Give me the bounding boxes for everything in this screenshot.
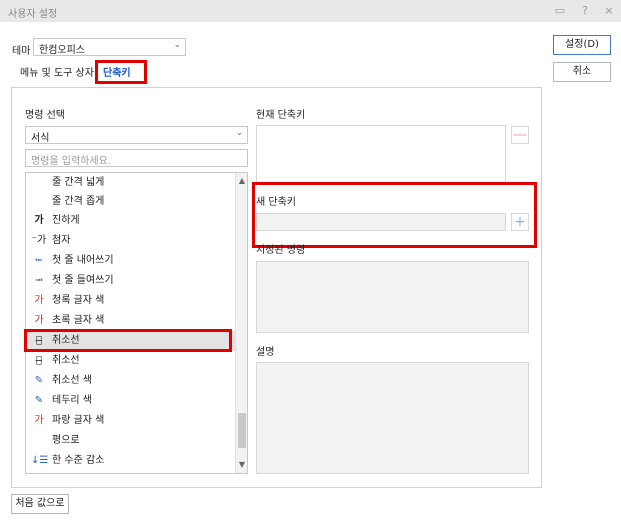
scroll-down-icon[interactable]: ▼ xyxy=(236,459,247,471)
title-bar: 사용자 설정 ▭ ? × xyxy=(0,0,621,22)
highlight-box-new-shortcut xyxy=(252,182,537,248)
text-color-icon: 가 xyxy=(34,295,44,306)
list-item[interactable]: 가 초록 글자 색 xyxy=(26,311,236,331)
list-item[interactable]: ⭲ 첫 줄 들여쓰기 xyxy=(26,271,236,291)
list-item[interactable]: ✎ 테두리 색 xyxy=(26,391,236,411)
assigned-command-box xyxy=(256,261,529,333)
command-list[interactable]: 줄 간격 넓게 줄 간격 좁게 가 진하게 ⁻가 첨자 ⭰ 첫 줄 내어쓰기 ⭲ 첫 줄… xyxy=(25,172,248,474)
chevron-down-icon: ⌄ xyxy=(173,40,181,50)
help-icon[interactable]: ? xyxy=(577,3,593,19)
list-item[interactable]: 가 파랑 글자 색 xyxy=(26,411,236,431)
close-icon[interactable]: × xyxy=(601,3,617,19)
list-item[interactable]: ⁻가 첨자 xyxy=(26,231,236,251)
dialog-title: 사용자 설정 xyxy=(8,9,58,20)
list-item[interactable]: 가 청록 글자 색 xyxy=(26,291,236,311)
scroll-thumb[interactable] xyxy=(238,413,246,448)
restore-icon[interactable]: ▭ xyxy=(552,3,568,19)
list-item[interactable]: 줄 간격 좁게 xyxy=(26,192,236,212)
pen-icon: ✎ xyxy=(34,375,44,386)
list-item[interactable]: 가̶ 취소선 xyxy=(26,351,236,371)
highlight-box-item xyxy=(24,329,232,352)
tab-menu-toolbox[interactable]: 메뉴 및 도구 상자 xyxy=(20,64,94,79)
command-search-input[interactable]: 명령을 입력하세요. xyxy=(25,149,248,167)
theme-value: 한컴오피스 xyxy=(39,45,85,56)
list-scrollbar[interactable]: ▲ ▼ xyxy=(235,173,247,473)
scroll-up-icon[interactable]: ▲ xyxy=(236,175,247,187)
theme-label: 테마 xyxy=(12,46,31,57)
list-item[interactable]: ↓☰ 한 수준 감소 xyxy=(26,451,236,471)
indent-icon: ⭲ xyxy=(35,275,43,286)
description-label: 설명 xyxy=(256,347,275,358)
text-color-icon: 가 xyxy=(34,315,44,326)
cancel-button[interactable]: 취소 xyxy=(553,62,611,82)
reset-button[interactable]: 처음 값으로 xyxy=(11,494,69,514)
list-item[interactable]: 줄 간격 넓게 xyxy=(26,173,236,193)
theme-select[interactable]: 한컴오피스 ⌄ xyxy=(33,38,186,56)
pen-icon: ✎ xyxy=(34,395,44,406)
confirm-button[interactable]: 설정(D) xyxy=(553,35,611,55)
bold-icon: 가 xyxy=(34,215,44,226)
chevron-down-icon: ⌄ xyxy=(235,128,243,138)
current-shortcut-box[interactable] xyxy=(256,125,506,185)
assigned-command-label: 지정된 명령 xyxy=(256,245,306,256)
text-color-icon: 가 xyxy=(34,415,44,426)
list-item[interactable]: 평으로 xyxy=(26,431,236,451)
list-item[interactable]: ⭰ 첫 줄 내어쓰기 xyxy=(26,251,236,271)
highlight-box-tab xyxy=(95,60,147,84)
strikethrough-icon: 가̶ xyxy=(35,355,42,366)
description-box xyxy=(256,362,529,474)
superscript-icon: ⁻가 xyxy=(31,235,47,246)
list-item[interactable]: ✎ 취소선 색 xyxy=(26,371,236,391)
remove-shortcut-button[interactable]: — xyxy=(511,126,529,144)
current-shortcut-label: 현재 단축키 xyxy=(256,110,306,121)
category-select[interactable]: 서식 ⌄ xyxy=(25,126,248,144)
decrease-level-icon: ↓☰ xyxy=(31,455,49,466)
category-value: 서식 xyxy=(31,133,50,144)
outdent-icon: ⭰ xyxy=(35,255,43,266)
list-item[interactable]: 가 진하게 xyxy=(26,211,236,231)
command-select-label: 명령 선택 xyxy=(25,110,65,121)
